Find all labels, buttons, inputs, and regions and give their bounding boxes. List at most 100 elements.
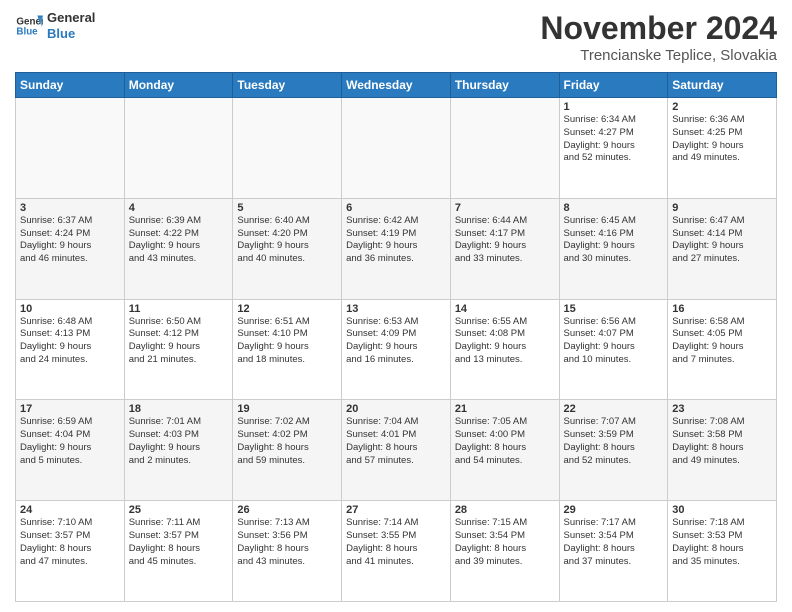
day-content: Sunrise: 6:56 AM Sunset: 4:07 PM Dayligh… [564, 316, 664, 367]
day-number: 17 [20, 403, 120, 415]
day-number: 21 [455, 403, 555, 415]
day-content: Sunrise: 7:10 AM Sunset: 3:57 PM Dayligh… [20, 517, 120, 568]
day-number: 23 [672, 403, 772, 415]
weekday-header-sunday: Sunday [16, 73, 125, 98]
day-content: Sunrise: 7:17 AM Sunset: 3:54 PM Dayligh… [564, 517, 664, 568]
day-content: Sunrise: 7:15 AM Sunset: 3:54 PM Dayligh… [455, 517, 555, 568]
calendar-cell: 3Sunrise: 6:37 AM Sunset: 4:24 PM Daylig… [16, 198, 125, 299]
header: General Blue General Blue November 2024 … [15, 10, 777, 64]
calendar-table: SundayMondayTuesdayWednesdayThursdayFrid… [15, 72, 777, 602]
day-content: Sunrise: 7:02 AM Sunset: 4:02 PM Dayligh… [237, 416, 337, 467]
calendar-cell: 5Sunrise: 6:40 AM Sunset: 4:20 PM Daylig… [233, 198, 342, 299]
weekday-header-tuesday: Tuesday [233, 73, 342, 98]
calendar-cell: 1Sunrise: 6:34 AM Sunset: 4:27 PM Daylig… [559, 98, 668, 199]
day-content: Sunrise: 6:47 AM Sunset: 4:14 PM Dayligh… [672, 215, 772, 266]
day-number: 19 [237, 403, 337, 415]
day-content: Sunrise: 7:07 AM Sunset: 3:59 PM Dayligh… [564, 416, 664, 467]
logo-text: General Blue [47, 10, 95, 41]
day-number: 26 [237, 504, 337, 516]
day-number: 24 [20, 504, 120, 516]
day-number: 13 [346, 303, 446, 315]
calendar-cell: 19Sunrise: 7:02 AM Sunset: 4:02 PM Dayli… [233, 400, 342, 501]
day-number: 11 [129, 303, 229, 315]
weekday-header-friday: Friday [559, 73, 668, 98]
day-content: Sunrise: 6:42 AM Sunset: 4:19 PM Dayligh… [346, 215, 446, 266]
calendar-cell: 13Sunrise: 6:53 AM Sunset: 4:09 PM Dayli… [342, 299, 451, 400]
calendar-cell: 7Sunrise: 6:44 AM Sunset: 4:17 PM Daylig… [450, 198, 559, 299]
day-number: 15 [564, 303, 664, 315]
day-content: Sunrise: 6:36 AM Sunset: 4:25 PM Dayligh… [672, 114, 772, 165]
day-content: Sunrise: 6:50 AM Sunset: 4:12 PM Dayligh… [129, 316, 229, 367]
calendar-cell: 17Sunrise: 6:59 AM Sunset: 4:04 PM Dayli… [16, 400, 125, 501]
weekday-header-wednesday: Wednesday [342, 73, 451, 98]
calendar-cell: 29Sunrise: 7:17 AM Sunset: 3:54 PM Dayli… [559, 501, 668, 602]
weekday-header-saturday: Saturday [668, 73, 777, 98]
day-content: Sunrise: 7:13 AM Sunset: 3:56 PM Dayligh… [237, 517, 337, 568]
day-content: Sunrise: 6:39 AM Sunset: 4:22 PM Dayligh… [129, 215, 229, 266]
day-content: Sunrise: 7:14 AM Sunset: 3:55 PM Dayligh… [346, 517, 446, 568]
day-content: Sunrise: 6:53 AM Sunset: 4:09 PM Dayligh… [346, 316, 446, 367]
calendar-cell: 4Sunrise: 6:39 AM Sunset: 4:22 PM Daylig… [124, 198, 233, 299]
logo: General Blue General Blue [15, 10, 95, 41]
day-number: 3 [20, 202, 120, 214]
calendar-cell: 11Sunrise: 6:50 AM Sunset: 4:12 PM Dayli… [124, 299, 233, 400]
day-content: Sunrise: 7:01 AM Sunset: 4:03 PM Dayligh… [129, 416, 229, 467]
day-number: 27 [346, 504, 446, 516]
title-section: November 2024 Trencianske Teplice, Slova… [540, 10, 777, 64]
day-content: Sunrise: 7:11 AM Sunset: 3:57 PM Dayligh… [129, 517, 229, 568]
day-content: Sunrise: 7:08 AM Sunset: 3:58 PM Dayligh… [672, 416, 772, 467]
day-number: 8 [564, 202, 664, 214]
calendar-cell [342, 98, 451, 199]
day-content: Sunrise: 7:05 AM Sunset: 4:00 PM Dayligh… [455, 416, 555, 467]
day-content: Sunrise: 6:45 AM Sunset: 4:16 PM Dayligh… [564, 215, 664, 266]
calendar-cell [16, 98, 125, 199]
day-number: 25 [129, 504, 229, 516]
day-number: 7 [455, 202, 555, 214]
day-content: Sunrise: 6:34 AM Sunset: 4:27 PM Dayligh… [564, 114, 664, 165]
day-number: 22 [564, 403, 664, 415]
weekday-header-monday: Monday [124, 73, 233, 98]
day-number: 4 [129, 202, 229, 214]
day-content: Sunrise: 6:44 AM Sunset: 4:17 PM Dayligh… [455, 215, 555, 266]
calendar-cell: 20Sunrise: 7:04 AM Sunset: 4:01 PM Dayli… [342, 400, 451, 501]
day-number: 29 [564, 504, 664, 516]
day-content: Sunrise: 6:48 AM Sunset: 4:13 PM Dayligh… [20, 316, 120, 367]
calendar-cell: 8Sunrise: 6:45 AM Sunset: 4:16 PM Daylig… [559, 198, 668, 299]
calendar-cell: 27Sunrise: 7:14 AM Sunset: 3:55 PM Dayli… [342, 501, 451, 602]
day-content: Sunrise: 6:58 AM Sunset: 4:05 PM Dayligh… [672, 316, 772, 367]
day-number: 12 [237, 303, 337, 315]
day-content: Sunrise: 7:18 AM Sunset: 3:53 PM Dayligh… [672, 517, 772, 568]
svg-text:Blue: Blue [16, 26, 38, 37]
calendar-cell: 15Sunrise: 6:56 AM Sunset: 4:07 PM Dayli… [559, 299, 668, 400]
day-number: 18 [129, 403, 229, 415]
day-content: Sunrise: 6:55 AM Sunset: 4:08 PM Dayligh… [455, 316, 555, 367]
calendar-cell: 26Sunrise: 7:13 AM Sunset: 3:56 PM Dayli… [233, 501, 342, 602]
month-title: November 2024 [540, 10, 777, 47]
calendar-cell: 6Sunrise: 6:42 AM Sunset: 4:19 PM Daylig… [342, 198, 451, 299]
day-number: 16 [672, 303, 772, 315]
calendar-cell: 25Sunrise: 7:11 AM Sunset: 3:57 PM Dayli… [124, 501, 233, 602]
calendar-cell [233, 98, 342, 199]
calendar-cell: 2Sunrise: 6:36 AM Sunset: 4:25 PM Daylig… [668, 98, 777, 199]
day-number: 9 [672, 202, 772, 214]
calendar-cell: 30Sunrise: 7:18 AM Sunset: 3:53 PM Dayli… [668, 501, 777, 602]
calendar-cell: 16Sunrise: 6:58 AM Sunset: 4:05 PM Dayli… [668, 299, 777, 400]
day-number: 14 [455, 303, 555, 315]
day-number: 28 [455, 504, 555, 516]
day-number: 1 [564, 101, 664, 113]
calendar-cell: 24Sunrise: 7:10 AM Sunset: 3:57 PM Dayli… [16, 501, 125, 602]
day-number: 2 [672, 101, 772, 113]
calendar-cell: 14Sunrise: 6:55 AM Sunset: 4:08 PM Dayli… [450, 299, 559, 400]
calendar-cell: 28Sunrise: 7:15 AM Sunset: 3:54 PM Dayli… [450, 501, 559, 602]
day-content: Sunrise: 6:51 AM Sunset: 4:10 PM Dayligh… [237, 316, 337, 367]
day-content: Sunrise: 6:37 AM Sunset: 4:24 PM Dayligh… [20, 215, 120, 266]
day-content: Sunrise: 6:59 AM Sunset: 4:04 PM Dayligh… [20, 416, 120, 467]
calendar-cell: 18Sunrise: 7:01 AM Sunset: 4:03 PM Dayli… [124, 400, 233, 501]
calendar-cell: 9Sunrise: 6:47 AM Sunset: 4:14 PM Daylig… [668, 198, 777, 299]
day-number: 5 [237, 202, 337, 214]
day-number: 20 [346, 403, 446, 415]
calendar-cell: 21Sunrise: 7:05 AM Sunset: 4:00 PM Dayli… [450, 400, 559, 501]
calendar-cell [124, 98, 233, 199]
logo-icon: General Blue [15, 12, 43, 40]
calendar-cell: 22Sunrise: 7:07 AM Sunset: 3:59 PM Dayli… [559, 400, 668, 501]
